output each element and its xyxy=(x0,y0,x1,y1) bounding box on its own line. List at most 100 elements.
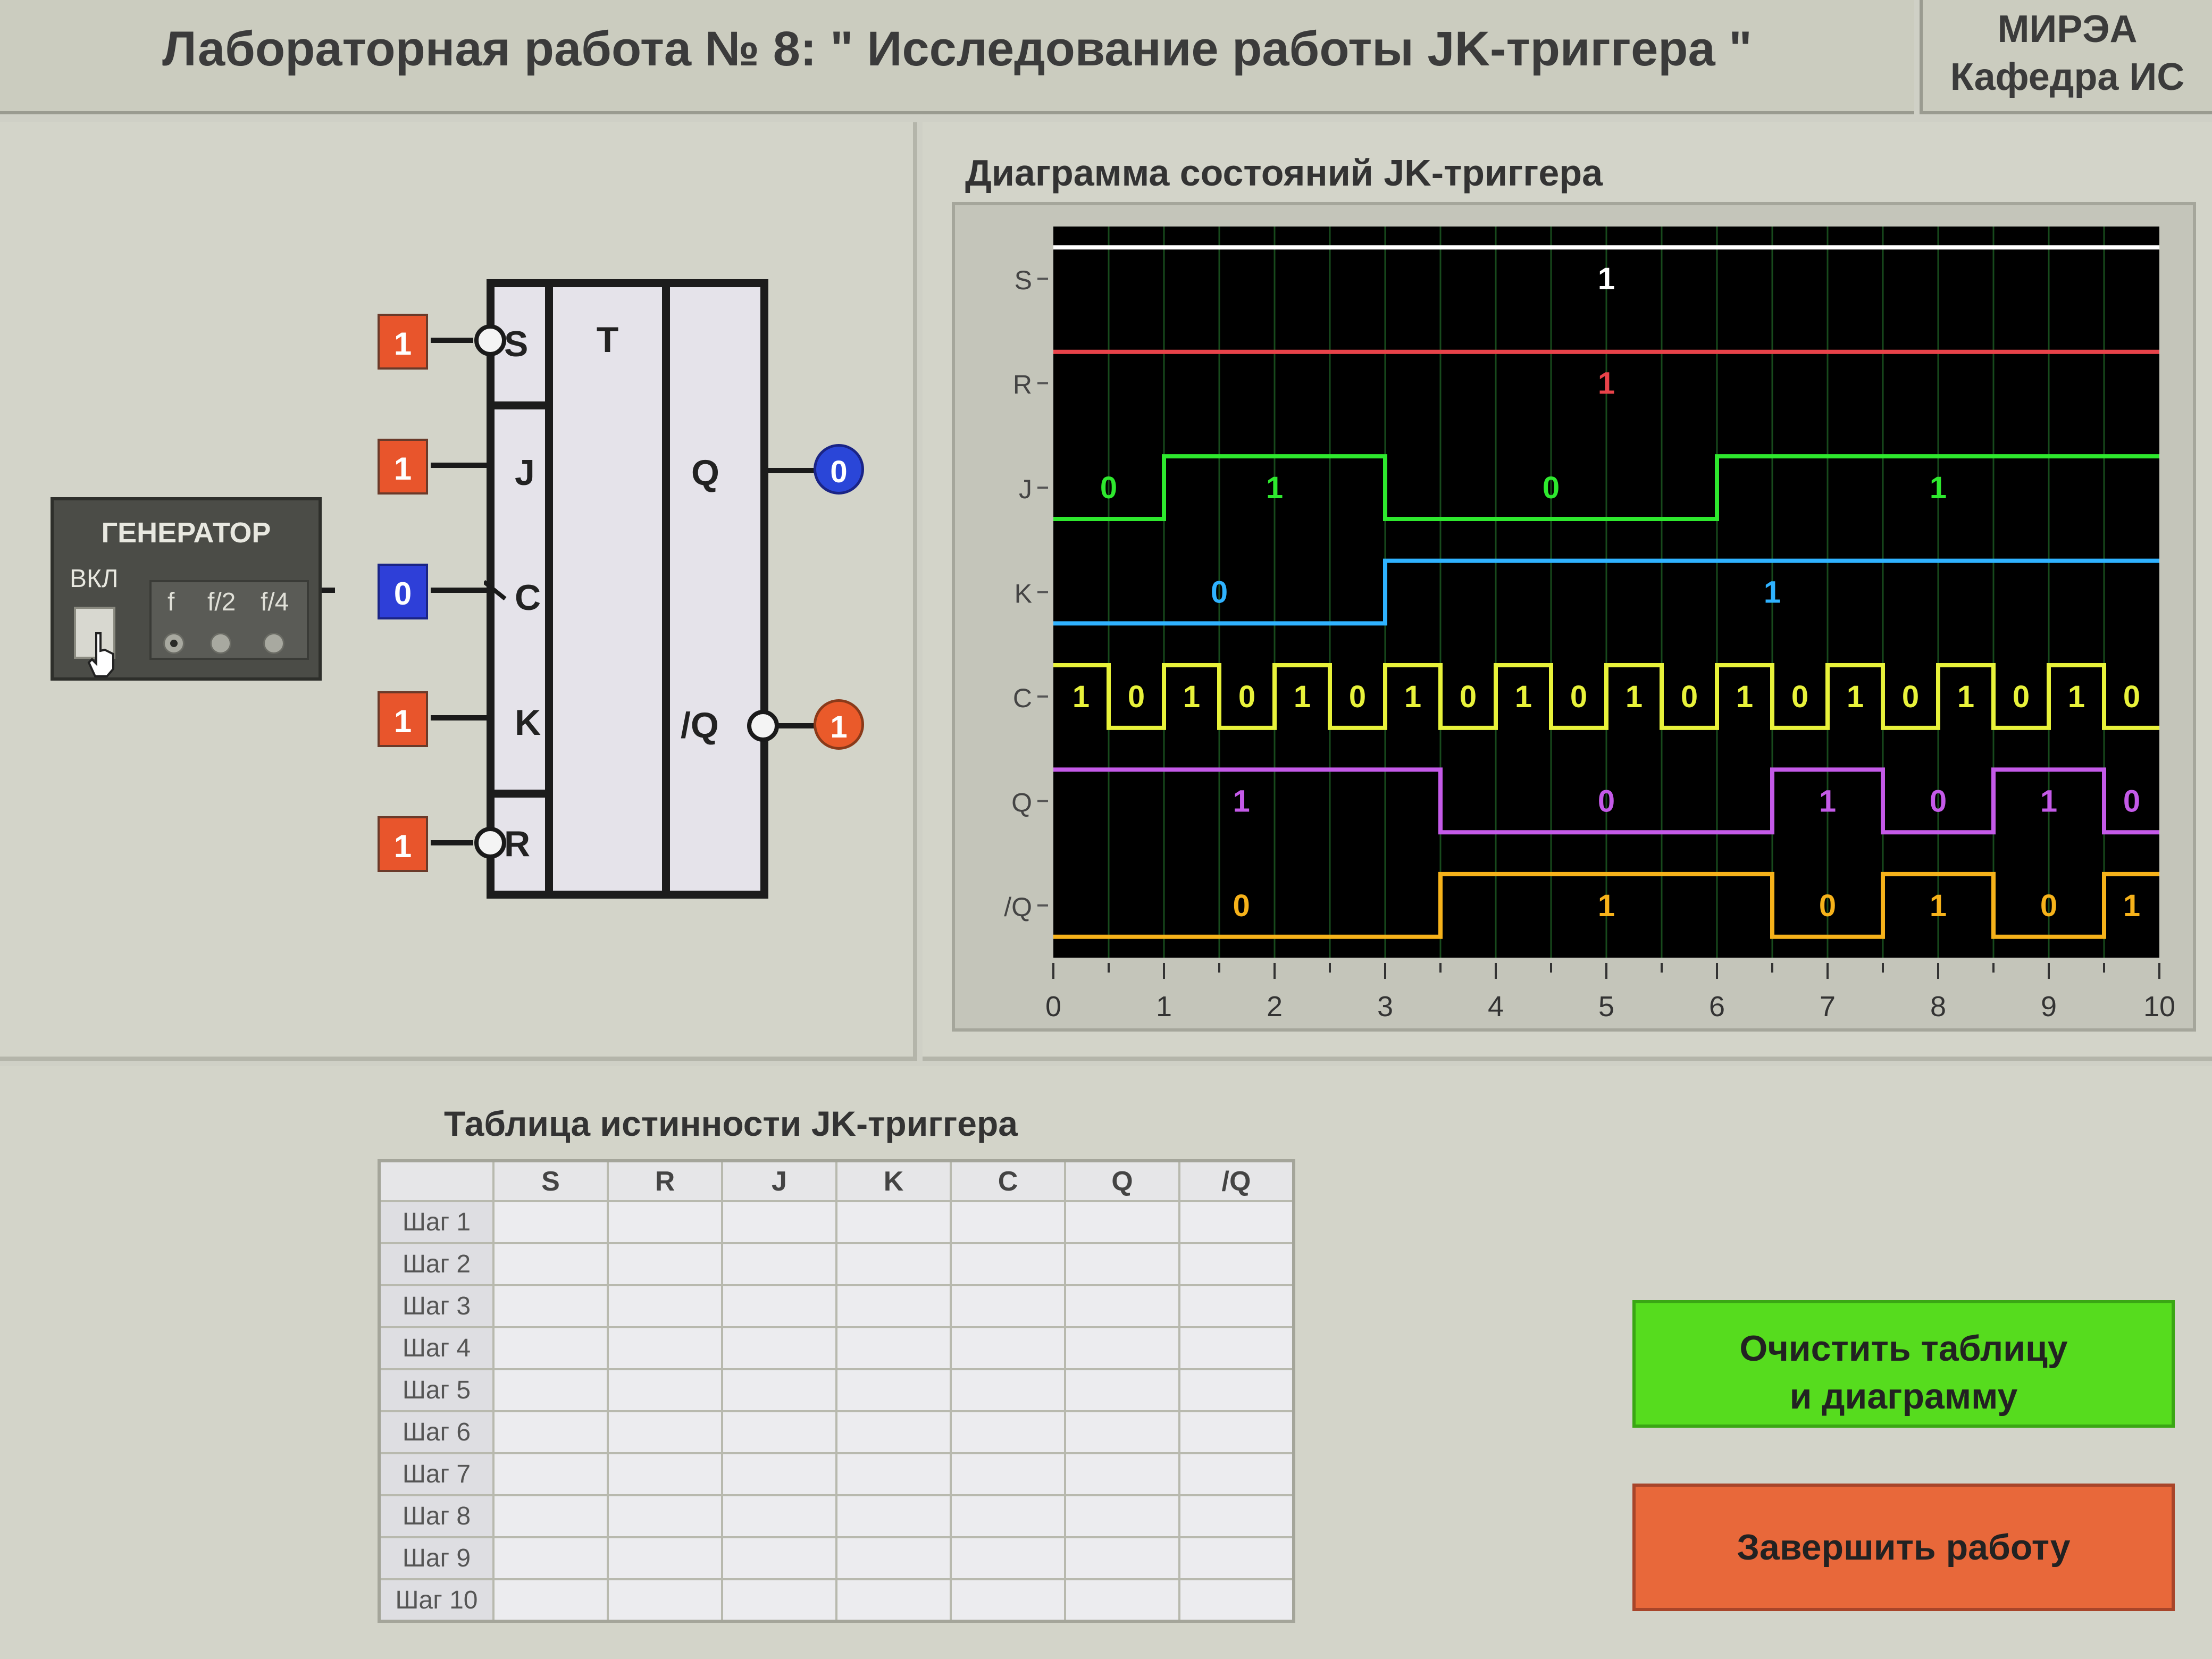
signal-value-label: 1 xyxy=(2068,680,2085,714)
row-label: Шаг 3 xyxy=(378,1284,495,1328)
table-cell[interactable] xyxy=(1178,1284,1295,1328)
table-cell[interactable] xyxy=(721,1410,837,1454)
input-j-indicator[interactable]: 1 xyxy=(378,439,428,495)
table-cell[interactable] xyxy=(607,1494,723,1538)
table-cell[interactable] xyxy=(721,1368,837,1412)
output-q-indicator: 0 xyxy=(814,444,864,495)
table-cell[interactable] xyxy=(607,1200,723,1244)
table-cell[interactable] xyxy=(950,1368,1066,1412)
table-cell[interactable] xyxy=(607,1242,723,1286)
table-cell[interactable] xyxy=(492,1326,609,1370)
table-cell[interactable] xyxy=(721,1452,837,1496)
table-cell[interactable] xyxy=(721,1578,837,1622)
input-k-indicator[interactable]: 1 xyxy=(378,691,428,747)
row-label: Шаг 1 xyxy=(378,1200,495,1244)
table-cell[interactable] xyxy=(835,1494,952,1538)
table-cell[interactable] xyxy=(721,1536,837,1580)
table-cell[interactable] xyxy=(1178,1578,1295,1622)
column-header: R xyxy=(607,1160,723,1202)
generator-title: ГЕНЕРАТОР xyxy=(101,517,271,549)
table-cell[interactable] xyxy=(1178,1326,1295,1370)
table-cell[interactable] xyxy=(492,1494,609,1538)
x-tick-label: 9 xyxy=(2041,991,2057,1023)
table-cell[interactable] xyxy=(1178,1368,1295,1412)
column-header: K xyxy=(835,1160,952,1202)
finish-work-button[interactable]: Завершить работу xyxy=(1632,1484,2175,1611)
table-cell[interactable] xyxy=(607,1368,723,1412)
table-cell[interactable] xyxy=(1178,1536,1295,1580)
table-cell[interactable] xyxy=(492,1242,609,1286)
table-cell[interactable] xyxy=(950,1494,1066,1538)
table-cell[interactable] xyxy=(607,1284,723,1328)
table-cell[interactable] xyxy=(1064,1410,1180,1454)
table-cell[interactable] xyxy=(607,1410,723,1454)
input-s-indicator[interactable]: 1 xyxy=(378,314,428,370)
table-cell[interactable] xyxy=(492,1410,609,1454)
table-cell[interactable] xyxy=(1064,1242,1180,1286)
table-cell[interactable] xyxy=(1064,1200,1180,1244)
table-cell[interactable] xyxy=(950,1200,1066,1244)
table-cell[interactable] xyxy=(492,1578,609,1622)
signal-value-label: 1 xyxy=(1404,680,1421,714)
table-cell[interactable] xyxy=(721,1494,837,1538)
freq-radio-f[interactable] xyxy=(163,633,185,654)
table-cell[interactable] xyxy=(607,1578,723,1622)
signal-value-label: 1 xyxy=(1764,575,1781,610)
table-cell[interactable] xyxy=(1064,1536,1180,1580)
table-cell[interactable] xyxy=(1178,1242,1295,1286)
table-row: Шаг 8 xyxy=(378,1494,1295,1538)
table-cell[interactable] xyxy=(492,1284,609,1328)
table-cell[interactable] xyxy=(1064,1494,1180,1538)
table-cell[interactable] xyxy=(492,1536,609,1580)
table-cell[interactable] xyxy=(950,1536,1066,1580)
table-cell[interactable] xyxy=(835,1410,952,1454)
table-cell[interactable] xyxy=(607,1452,723,1496)
table-cell[interactable] xyxy=(835,1242,952,1286)
table-cell[interactable] xyxy=(607,1326,723,1370)
table-cell[interactable] xyxy=(492,1200,609,1244)
table-cell[interactable] xyxy=(492,1452,609,1496)
freq-radio-f4[interactable] xyxy=(263,633,284,654)
row-label: Шаг 6 xyxy=(378,1410,495,1454)
table-cell[interactable] xyxy=(835,1452,952,1496)
input-c-indicator[interactable]: 0 xyxy=(378,564,428,619)
table-cell[interactable] xyxy=(721,1326,837,1370)
table-cell[interactable] xyxy=(835,1200,952,1244)
table-cell[interactable] xyxy=(835,1326,952,1370)
table-cell[interactable] xyxy=(835,1536,952,1580)
x-tick-label: 2 xyxy=(1267,991,1283,1023)
table-cell[interactable] xyxy=(950,1578,1066,1622)
signal-value-label: 1 xyxy=(1183,680,1200,714)
table-cell[interactable] xyxy=(835,1578,952,1622)
table-cell[interactable] xyxy=(950,1326,1066,1370)
input-r-indicator[interactable]: 1 xyxy=(378,816,428,872)
table-cell[interactable] xyxy=(607,1536,723,1580)
table-header-row: S R J K C Q /Q xyxy=(378,1160,1295,1202)
table-cell[interactable] xyxy=(950,1452,1066,1496)
signal-value-label: 1 xyxy=(2040,784,2057,818)
table-cell[interactable] xyxy=(835,1368,952,1412)
signal-value-label: 1 xyxy=(1073,680,1090,714)
table-cell[interactable] xyxy=(1178,1200,1295,1244)
table-cell[interactable] xyxy=(835,1284,952,1328)
table-cell[interactable] xyxy=(950,1242,1066,1286)
table-cell[interactable] xyxy=(721,1284,837,1328)
table-cell[interactable] xyxy=(721,1200,837,1244)
signal-value-label: 0 xyxy=(1543,471,1560,505)
signal-axis-label: K xyxy=(1015,579,1032,609)
table-cell[interactable] xyxy=(492,1368,609,1412)
table-cell[interactable] xyxy=(1178,1410,1295,1454)
table-cell[interactable] xyxy=(721,1242,837,1286)
table-cell[interactable] xyxy=(950,1410,1066,1454)
clear-table-button[interactable]: Очистить таблицу и диаграмму xyxy=(1632,1300,2175,1428)
table-cell[interactable] xyxy=(1178,1452,1295,1496)
table-cell[interactable] xyxy=(950,1284,1066,1328)
table-cell[interactable] xyxy=(1064,1368,1180,1412)
table-cell[interactable] xyxy=(1064,1452,1180,1496)
table-cell[interactable] xyxy=(1064,1578,1180,1622)
table-cell[interactable] xyxy=(1064,1284,1180,1328)
table-cell[interactable] xyxy=(1064,1326,1180,1370)
freq-radio-f2[interactable] xyxy=(210,633,231,654)
signal-value-label: 0 xyxy=(1681,680,1698,714)
table-cell[interactable] xyxy=(1178,1494,1295,1538)
